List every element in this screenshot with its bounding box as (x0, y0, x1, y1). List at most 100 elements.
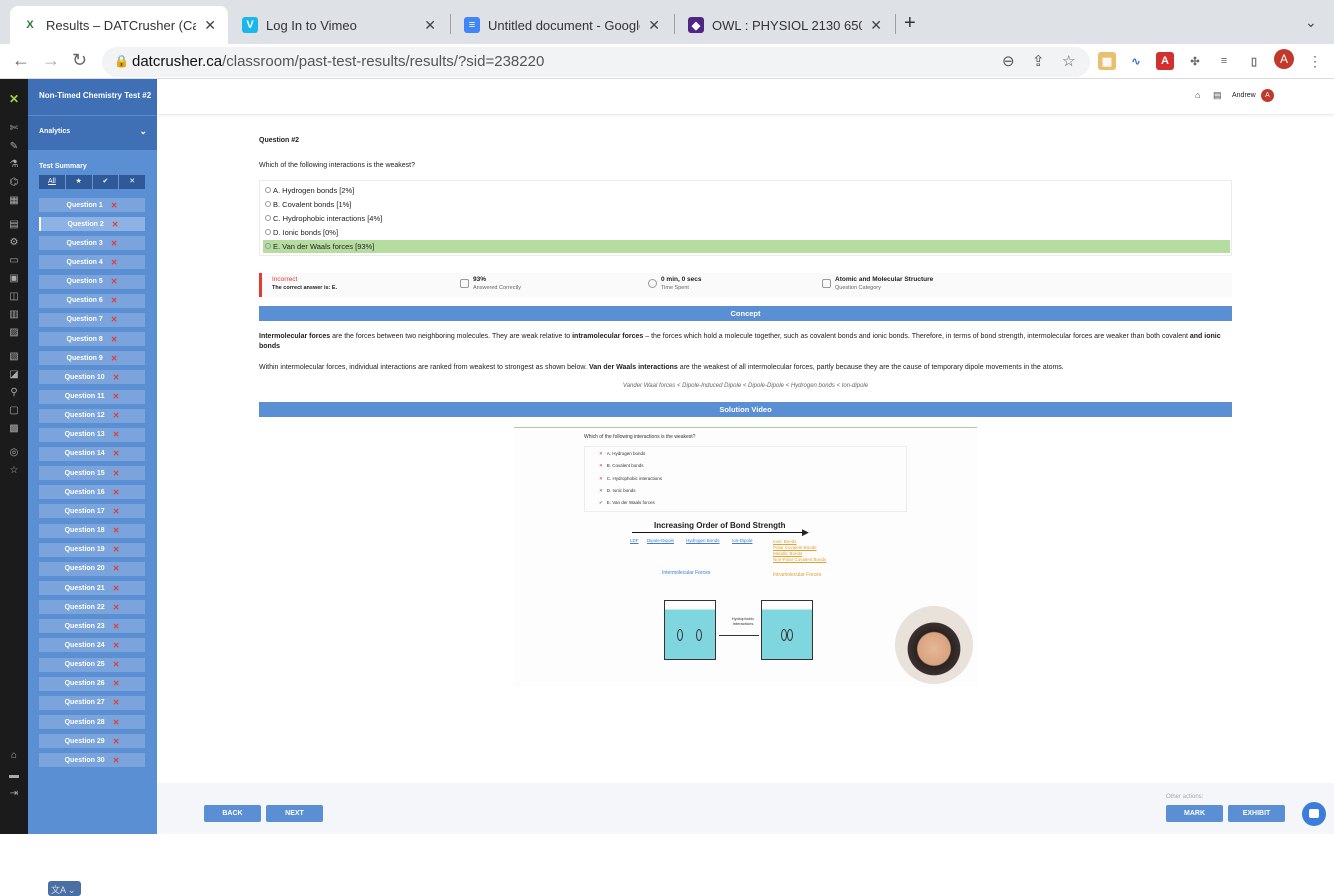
nav-icon-15[interactable]: ⚲ (8, 388, 20, 398)
new-tab-icon[interactable]: + (904, 12, 916, 35)
chat-icon[interactable]: ▬ (8, 771, 20, 781)
user-name[interactable]: Andrew (1232, 92, 1256, 99)
sidebar-question-17[interactable]: Question 17 ✕ (39, 504, 145, 519)
close-tab-icon[interactable]: ✕ (204, 17, 216, 34)
analytics-dropdown[interactable]: Analytics ⌄ (28, 115, 157, 150)
sidebar-question-24[interactable]: Question 24 ✕ (39, 638, 145, 653)
nav-icon-18[interactable]: ◎ (8, 448, 20, 458)
sidebar-question-28[interactable]: Question 28 ✕ (39, 715, 145, 730)
sidebar-question-3[interactable]: Question 3 ✕ (39, 236, 145, 251)
answer-d[interactable]: D. Ionic bonds [0%] (263, 226, 1230, 239)
back-button[interactable]: BACK (204, 805, 261, 822)
nav-icon-12[interactable]: ▨ (8, 328, 20, 338)
datcrusher-logo-icon[interactable]: ✕ (8, 93, 20, 105)
sidebar-question-1[interactable]: Question 1 ✕ (39, 198, 145, 212)
sidebar-question-14[interactable]: Question 14 ✕ (39, 446, 145, 461)
exhibit-button[interactable]: EXHIBIT (1228, 805, 1285, 822)
nav-icon-6[interactable]: ▤ (8, 220, 20, 230)
media-control-icon[interactable]: ≡ (1215, 52, 1233, 70)
sidebar-question-7[interactable]: Question 7 ✕ (39, 312, 145, 327)
filter-incorrect-icon[interactable]: ✕ (119, 175, 145, 189)
answer-e-correct[interactable]: E. Van der Waals forces [93%] (263, 240, 1230, 253)
sidebar-question-19[interactable]: Question 19 ✕ (39, 542, 145, 557)
close-tab-icon[interactable]: ✕ (424, 17, 436, 34)
address-bar[interactable]: 🔒 datcrusher.ca/classroom/past-test-resu… (102, 47, 1090, 77)
logout-icon[interactable]: ⇥ (8, 789, 20, 799)
sidebar-question-29[interactable]: Question 29 ✕ (39, 734, 145, 749)
sidebar-question-11[interactable]: Question 11 ✕ (39, 389, 145, 404)
filter-correct-icon[interactable]: ✔ (93, 175, 120, 189)
filter-bookmarked-icon[interactable]: ★ (66, 175, 93, 189)
share-icon[interactable]: ⇪ (1032, 52, 1045, 70)
sidebar-question-4[interactable]: Question 4 ✕ (39, 255, 145, 270)
nav-icon-2[interactable]: ✎ (8, 142, 20, 152)
sidebar-question-2[interactable]: Question 2 ✕ (39, 217, 145, 232)
sidebar-question-9[interactable]: Question 9 ✕ (39, 351, 145, 366)
sidebar-question-12[interactable]: Question 12 ✕ (39, 408, 145, 423)
nav-icon-11[interactable]: ▥ (8, 310, 20, 320)
zoom-icon[interactable]: ⊖ (1002, 52, 1015, 70)
bookmark-star-icon[interactable]: ☆ (1062, 52, 1075, 70)
tab-vimeo[interactable]: V Log In to Vimeo ✕ (230, 6, 448, 44)
close-tab-icon[interactable]: ✕ (870, 17, 882, 34)
home-icon[interactable]: ⌂ (8, 751, 20, 761)
user-avatar[interactable]: A (1261, 89, 1274, 102)
reload-icon[interactable]: ↻ (72, 50, 87, 71)
sidebar-question-6[interactable]: Question 6 ✕ (39, 293, 145, 308)
home-icon[interactable]: ⌂ (1195, 90, 1200, 100)
extension-wave-icon[interactable]: ∿ (1127, 52, 1145, 70)
nav-icon-17[interactable]: ▩ (8, 424, 20, 434)
sidebar-question-25[interactable]: Question 25 ✕ (39, 657, 145, 672)
sidebar-question-23[interactable]: Question 23 ✕ (39, 619, 145, 634)
nav-icon-10[interactable]: ◫ (8, 292, 20, 302)
side-panel-icon[interactable]: ▯ (1245, 52, 1263, 70)
answer-c[interactable]: C. Hydrophobic interactions [4%] (263, 212, 1230, 225)
sidebar-question-20[interactable]: Question 20 ✕ (39, 561, 145, 576)
solution-video-player[interactable]: Which of the following interactions is t… (514, 427, 977, 687)
sidebar-question-30[interactable]: Question 30 ✕ (39, 753, 145, 768)
calculator-icon[interactable]: ▤ (1213, 90, 1222, 101)
sidebar-question-13[interactable]: Question 13 ✕ (39, 427, 145, 442)
molecule-icon[interactable]: ⌬ (8, 178, 20, 188)
close-tab-icon[interactable]: ✕ (648, 17, 660, 34)
sidebar-question-26[interactable]: Question 26 ✕ (39, 676, 145, 691)
nav-icon-5[interactable]: ▦ (8, 196, 20, 206)
url-text[interactable]: datcrusher.ca/classroom/past-test-result… (132, 53, 544, 70)
translate-widget[interactable]: 文A ⌄ (48, 881, 81, 896)
nav-icon-13[interactable]: ▧ (8, 352, 20, 362)
sidebar-question-5[interactable]: Question 5 ✕ (39, 274, 145, 289)
back-arrow-icon[interactable]: ← (12, 50, 30, 71)
nav-icon-8[interactable]: ▭ (8, 256, 20, 266)
forward-arrow-icon[interactable]: → (42, 50, 60, 71)
extension-pdf-icon[interactable]: A (1156, 52, 1174, 70)
sidebar-question-15[interactable]: Question 15 ✕ (39, 466, 145, 481)
tab-search-chevron-icon[interactable]: ⌄ (1305, 14, 1317, 31)
sidebar-question-8[interactable]: Question 8 ✕ (39, 332, 145, 347)
nav-icon-1[interactable]: ✄ (8, 124, 20, 134)
chat-support-icon[interactable] (1302, 802, 1326, 826)
answer-a[interactable]: A. Hydrogen bonds [2%] (263, 184, 1230, 197)
next-button[interactable]: NEXT (266, 805, 323, 822)
profile-avatar[interactable]: A (1274, 49, 1294, 69)
filter-all[interactable]: All (39, 175, 66, 189)
tab-datcrusher[interactable]: X Results – DATCrusher (Canada ✕ (10, 6, 228, 44)
tab-owl[interactable]: ◆ OWL : PHYSIOL 2130 650 SU2 ✕ (676, 6, 894, 44)
sidebar-question-21[interactable]: Question 21 ✕ (39, 581, 145, 595)
mark-button[interactable]: MARK (1166, 805, 1223, 822)
tab-google-docs[interactable]: ≡ Untitled document - Google Do ✕ (452, 6, 672, 44)
sidebar-question-16[interactable]: Question 16 ✕ (39, 485, 145, 500)
nav-icon-7[interactable]: ⚙ (8, 238, 20, 248)
sidebar-question-10[interactable]: Question 10 ✕ (39, 370, 145, 385)
star-icon[interactable]: ☆ (8, 466, 20, 476)
extensions-puzzle-icon[interactable]: ✣ (1186, 52, 1204, 70)
extension-calculator-icon[interactable]: ▦ (1098, 52, 1116, 70)
nav-icon-16[interactable]: ▢ (8, 406, 20, 416)
sidebar-question-22[interactable]: Question 22 ✕ (39, 600, 145, 615)
sidebar-question-18[interactable]: Question 18 ✕ (39, 523, 145, 538)
flask-icon[interactable]: ⚗ (8, 160, 20, 170)
answer-b[interactable]: B. Covalent bonds [1%] (263, 198, 1230, 211)
nav-icon-14[interactable]: ◪ (8, 370, 20, 380)
sidebar-question-27[interactable]: Question 27 ✕ (39, 695, 145, 710)
browser-menu-icon[interactable]: ⋮ (1308, 53, 1322, 70)
nav-icon-9[interactable]: ▣ (8, 274, 20, 284)
